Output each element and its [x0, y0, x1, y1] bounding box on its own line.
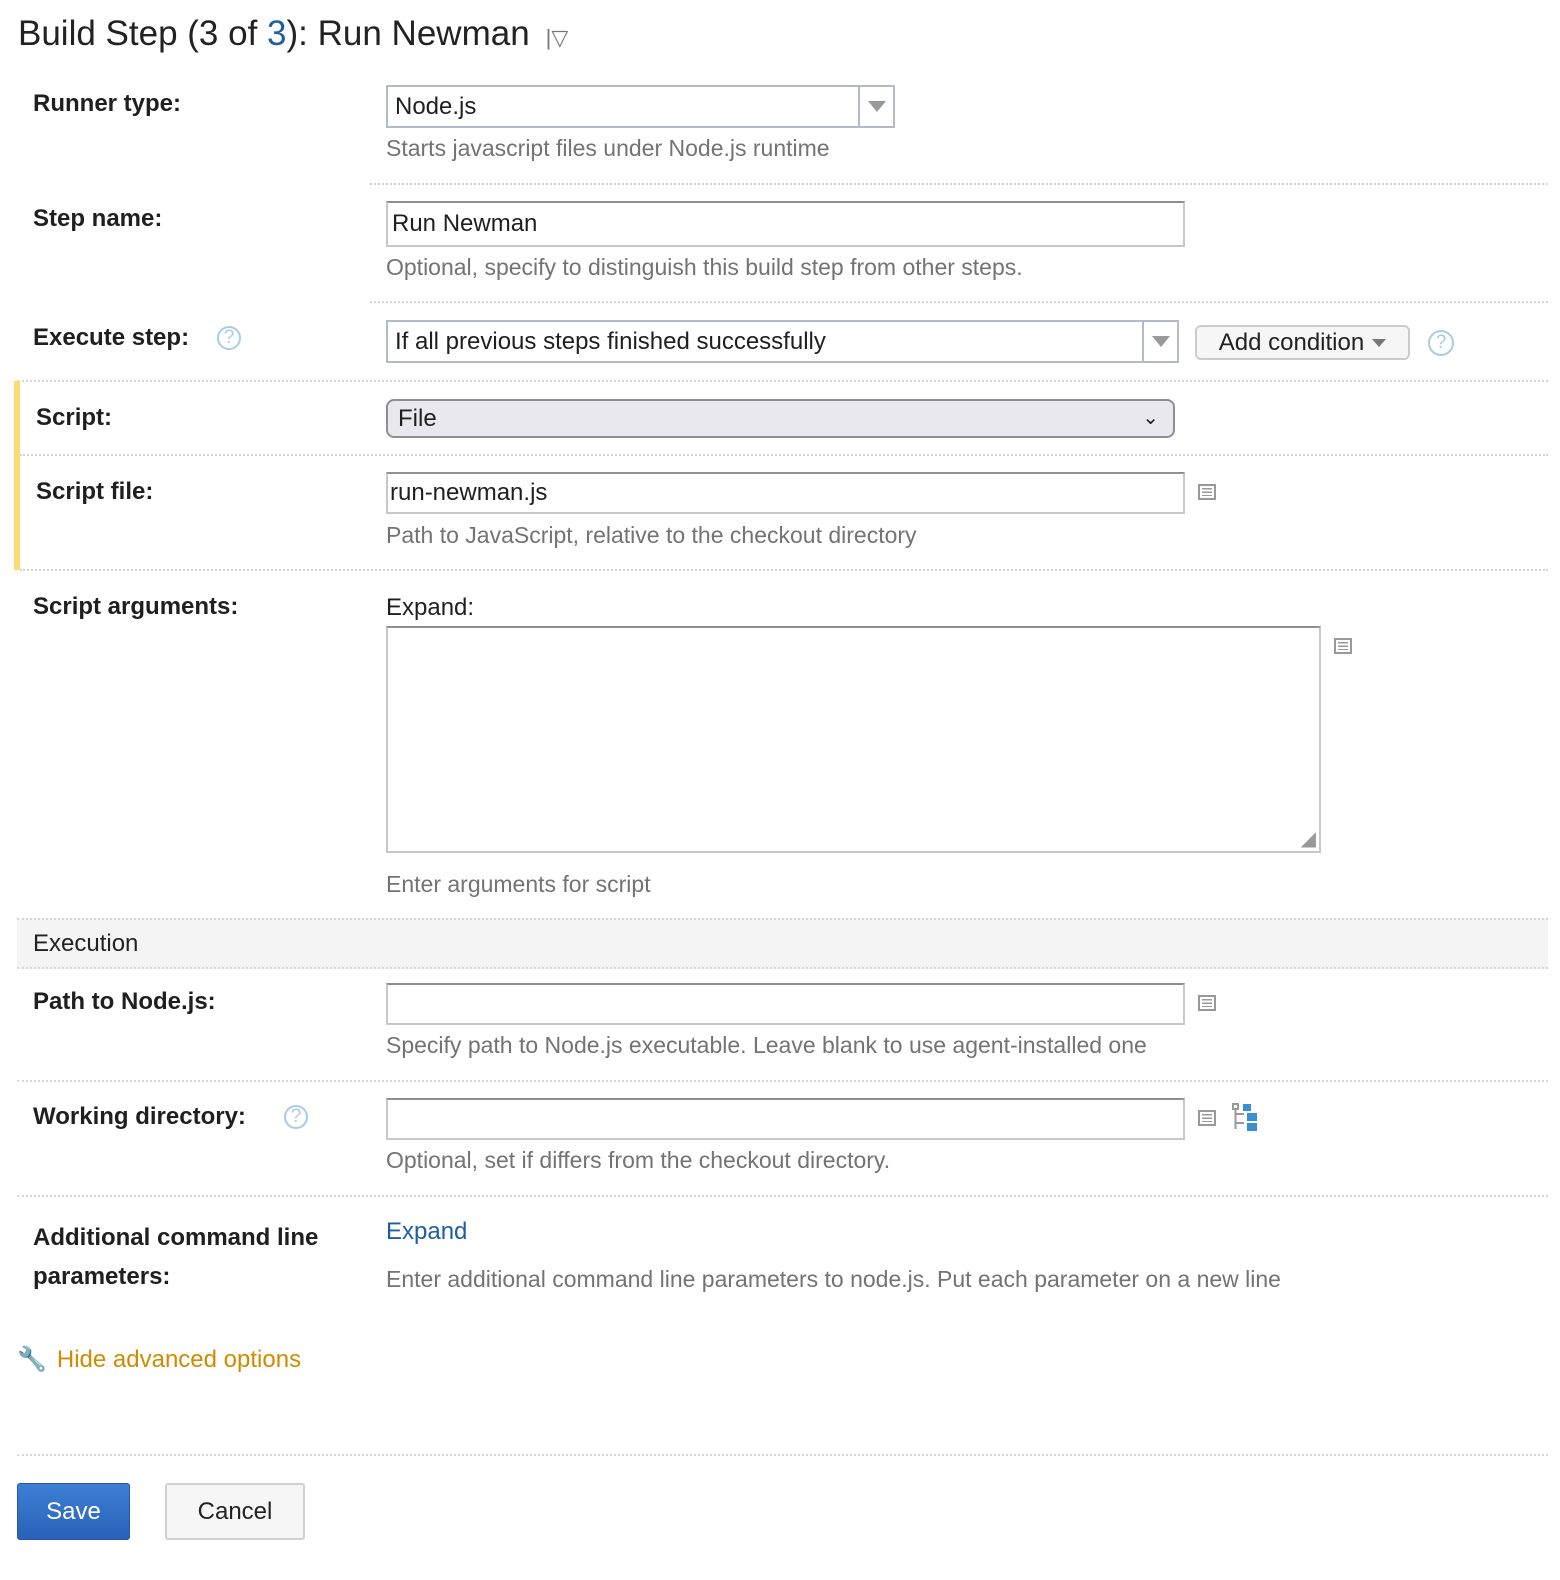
save-button[interactable]: Save: [17, 1483, 130, 1540]
wrench-icon: 🔧: [17, 1346, 47, 1373]
text-editor-icon[interactable]: [1198, 1110, 1216, 1126]
additional-params-description: Enter additional command line parameters…: [386, 1266, 1281, 1292]
execute-step-label: Execute step:: [33, 324, 190, 351]
text-editor-icon[interactable]: [1334, 638, 1352, 654]
step-name-description: Optional, specify to distinguish this bu…: [386, 254, 1023, 280]
divider: [20, 454, 1548, 456]
execute-step-select[interactable]: If all previous steps finished successfu…: [386, 320, 1179, 363]
step-name-input[interactable]: Run Newman: [386, 201, 1185, 247]
path-to-node-description: Specify path to Node.js executable. Leav…: [386, 1032, 1147, 1058]
divider: [20, 569, 1548, 571]
runner-type-select[interactable]: Node.js: [386, 85, 895, 128]
expand-label: Expand:: [386, 594, 475, 621]
path-to-node-input[interactable]: [386, 983, 1185, 1025]
caret-down-icon: [1372, 338, 1387, 347]
divider: [17, 380, 1548, 382]
chevron-down-icon: ⌄: [1142, 407, 1159, 429]
directory-tree-icon[interactable]: [1232, 1103, 1260, 1133]
execution-section-header: Execution: [17, 918, 1548, 969]
help-icon[interactable]: ?: [217, 326, 241, 350]
text-editor-icon[interactable]: [1198, 484, 1216, 500]
working-directory-input[interactable]: [386, 1098, 1185, 1140]
working-directory-label: Working directory:: [33, 1103, 246, 1130]
divider: [17, 1454, 1548, 1456]
modified-highlight-bar: [14, 381, 20, 570]
expand-link[interactable]: Expand: [386, 1218, 467, 1246]
runner-type-label: Runner type:: [33, 90, 182, 117]
script-select[interactable]: File ⌄: [386, 399, 1175, 438]
step-number-link[interactable]: 3: [267, 14, 286, 53]
cancel-button[interactable]: Cancel: [165, 1483, 305, 1540]
script-arguments-textarea[interactable]: ◢: [386, 626, 1321, 853]
resize-handle-icon[interactable]: ◢: [1301, 826, 1316, 851]
section-title: Execution: [33, 930, 139, 957]
page-title: Build Step (3 of 3): Run Newman |▽: [18, 14, 569, 53]
script-file-label: Script file:: [36, 478, 154, 505]
divider: [17, 1195, 1548, 1197]
step-name-label: Step name:: [33, 205, 163, 232]
working-directory-description: Optional, set if differs from the checko…: [386, 1147, 891, 1173]
script-file-input[interactable]: run-newman.js: [386, 472, 1185, 514]
help-icon[interactable]: ?: [1428, 330, 1454, 356]
script-arguments-description: Enter arguments for script: [386, 871, 651, 897]
path-to-node-label: Path to Node.js:: [33, 988, 216, 1015]
add-condition-button[interactable]: Add condition: [1195, 325, 1410, 360]
step-menu-icon[interactable]: |▽: [546, 25, 569, 50]
text-editor-icon[interactable]: [1198, 995, 1216, 1011]
divider: [370, 301, 1548, 303]
script-label: Script:: [36, 404, 113, 431]
divider: [17, 1080, 1548, 1082]
runner-type-description: Starts javascript files under Node.js ru…: [386, 135, 830, 161]
chevron-down-icon: [1142, 322, 1177, 361]
divider: [370, 183, 1548, 185]
additional-params-label: Additional command line parameters:: [33, 1224, 319, 1290]
chevron-down-icon: [858, 87, 893, 126]
script-arguments-label: Script arguments:: [33, 593, 239, 620]
help-icon[interactable]: ?: [284, 1105, 308, 1129]
hide-advanced-options-link[interactable]: 🔧 Hide advanced options: [17, 1345, 301, 1374]
script-file-description: Path to JavaScript, relative to the chec…: [386, 522, 917, 548]
